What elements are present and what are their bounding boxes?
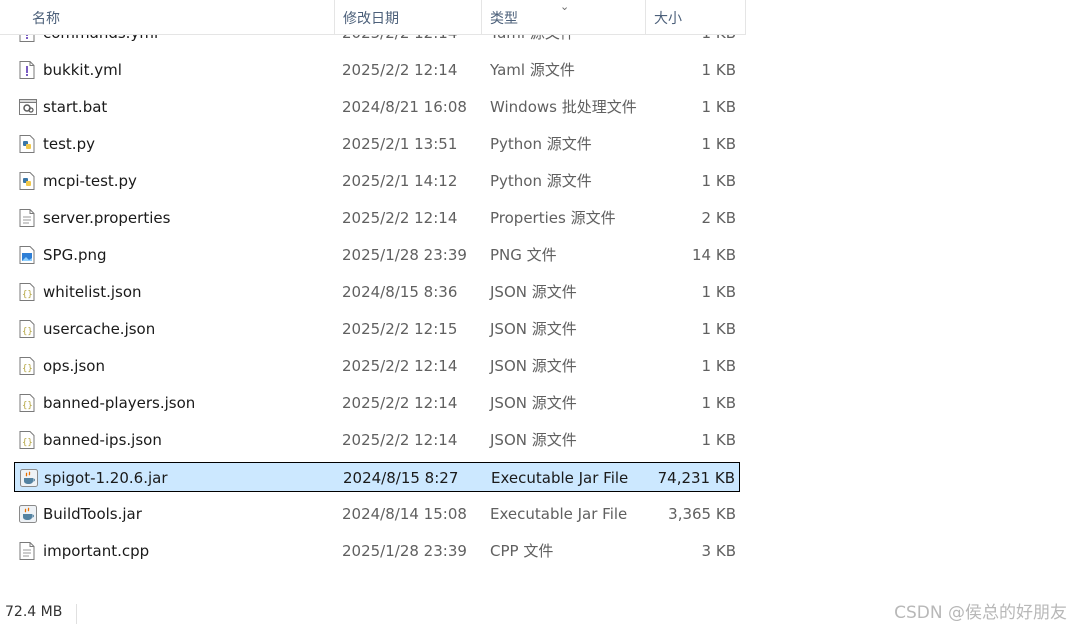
- file-row[interactable]: test.py 2025/2/1 13:51 Python 源文件 1 KB: [14, 129, 740, 159]
- file-type: JSON 源文件: [490, 394, 577, 412]
- python-file-icon: [19, 135, 35, 153]
- svg-text:{}: {}: [22, 290, 33, 300]
- file-date: 2025/1/28 23:39: [342, 542, 467, 560]
- file-date: 2024/8/14 15:08: [342, 505, 467, 523]
- column-header-date[interactable]: 修改日期: [335, 0, 482, 34]
- file-date: 2025/2/2 12:14: [342, 394, 458, 412]
- file-row[interactable]: {} usercache.json 2025/2/2 12:15 JSON 源文件 1 …: [14, 314, 740, 344]
- text-file-icon: [19, 542, 35, 560]
- file-name: mcpi-test.py: [43, 172, 137, 190]
- file-row[interactable]: {} banned-players.json 2025/2/2 12:14 JSON …: [14, 388, 740, 418]
- file-date: 2024/8/21 16:08: [342, 98, 467, 116]
- file-size: 3,365 KB: [668, 505, 736, 523]
- file-row[interactable]: bukkit.yml 2025/2/2 12:14 Yaml 源文件 1 KB: [14, 55, 740, 85]
- file-date: 2024/8/15 8:27: [343, 469, 459, 487]
- text-file-icon: [19, 209, 35, 227]
- file-size: 3 KB: [701, 542, 736, 560]
- file-name: usercache.json: [43, 320, 156, 338]
- file-row[interactable]: {} whitelist.json 2024/8/15 8:36 JSON 源文件 1 …: [14, 277, 740, 307]
- chevron-down-icon: ⌄: [560, 0, 570, 13]
- svg-text:{}: {}: [22, 364, 33, 374]
- watermark: CSDN @侯总的好朋友: [894, 603, 1067, 623]
- file-name: whitelist.json: [43, 283, 142, 301]
- column-header-name[interactable]: 名称: [0, 0, 335, 34]
- file-row[interactable]: important.cpp 2025/1/28 23:39 CPP 文件 3 KB: [14, 536, 740, 566]
- file-type: JSON 源文件: [490, 357, 577, 375]
- file-date: 2025/2/2 12:15: [342, 320, 458, 338]
- file-row[interactable]: BuildTools.jar 2024/8/14 15:08 Executable …: [14, 499, 740, 529]
- file-type: JSON 源文件: [490, 320, 577, 338]
- json-file-icon: {}: [19, 283, 35, 301]
- file-type: CPP 文件: [490, 542, 554, 560]
- file-date: 2025/2/1 14:12: [342, 172, 458, 190]
- json-file-icon: {}: [19, 394, 35, 412]
- file-size: 1 KB: [701, 61, 736, 79]
- status-selection-size: 72.4 MB: [5, 604, 63, 620]
- file-name: start.bat: [43, 98, 108, 116]
- file-explorer-window: 名称 修改日期 类型 大小 ⌄ help.yml2024/8/15 8:36Ya…: [0, 0, 1071, 626]
- file-row[interactable]: start.bat 2024/8/21 16:08 Windows 批处理文件 1 K…: [14, 92, 740, 122]
- file-size: 1 KB: [701, 357, 736, 375]
- file-size: 1 KB: [701, 431, 736, 449]
- yaml-file-icon: [19, 61, 35, 79]
- json-file-icon: {}: [19, 431, 35, 449]
- python-file-icon: [19, 172, 35, 190]
- java-jar-icon: [19, 505, 37, 523]
- file-date: 2025/1/28 23:39: [342, 246, 467, 264]
- file-date: 2025/2/2 12:14: [342, 431, 458, 449]
- file-type: Python 源文件: [490, 172, 592, 190]
- file-size: 1 KB: [701, 394, 736, 412]
- column-header: 名称 修改日期 类型 大小 ⌄: [0, 0, 746, 35]
- java-jar-icon: [20, 469, 38, 487]
- file-row[interactable]: SPG.png 2025/1/28 23:39 PNG 文件 14 KB: [14, 240, 740, 270]
- file-size: 1 KB: [701, 283, 736, 301]
- json-file-icon: {}: [19, 357, 35, 375]
- file-size: 1 KB: [701, 98, 736, 116]
- file-row[interactable]: server.properties 2025/2/2 12:14 Propertie…: [14, 203, 740, 233]
- svg-text:{}: {}: [22, 327, 33, 337]
- file-type: Executable Jar File: [490, 505, 628, 523]
- file-name: bukkit.yml: [43, 61, 122, 79]
- file-name: ops.json: [43, 357, 105, 375]
- file-name: server.properties: [43, 209, 171, 227]
- json-file-icon: {}: [19, 320, 35, 338]
- file-name: important.cpp: [43, 542, 150, 560]
- file-name: SPG.png: [43, 246, 107, 264]
- file-date: 2025/2/2 12:14: [342, 357, 458, 375]
- file-date: 2025/2/2 12:14: [342, 209, 458, 227]
- svg-text:{}: {}: [22, 401, 33, 411]
- file-row-selected[interactable]: spigot-1.20.6.jar 2024/8/15 8:27 Executabl…: [14, 462, 740, 492]
- file-size: 14 KB: [692, 246, 736, 264]
- file-row[interactable]: {} ops.json 2025/2/2 12:14 JSON 源文件 1 KB: [14, 351, 740, 381]
- file-date: 2025/2/2 12:14: [342, 61, 458, 79]
- file-size: 1 KB: [701, 320, 736, 338]
- image-file-icon: [19, 246, 35, 264]
- file-type: JSON 源文件: [490, 283, 577, 301]
- file-type: JSON 源文件: [490, 431, 577, 449]
- file-size: 1 KB: [701, 172, 736, 190]
- status-divider: [76, 604, 77, 624]
- file-size: 2 KB: [701, 209, 736, 227]
- file-type: Properties 源文件: [490, 209, 616, 227]
- file-type: Windows 批处理文件: [490, 98, 637, 116]
- file-name: BuildTools.jar: [43, 505, 142, 523]
- file-type: Python 源文件: [490, 135, 592, 153]
- file-date: 2025/2/1 13:51: [342, 135, 458, 153]
- file-row[interactable]: {} banned-ips.json 2025/2/2 12:14 JSON 源文件 1…: [14, 425, 740, 455]
- file-name: banned-ips.json: [43, 431, 162, 449]
- file-size: 1 KB: [701, 135, 736, 153]
- column-header-size[interactable]: 大小: [646, 0, 746, 34]
- file-name: banned-players.json: [43, 394, 196, 412]
- file-date: 2024/8/15 8:36: [342, 283, 458, 301]
- file-row[interactable]: mcpi-test.py 2025/2/1 14:12 Python 源文件 1 KB: [14, 166, 740, 196]
- batch-file-icon: [19, 98, 37, 116]
- file-type: PNG 文件: [490, 246, 557, 264]
- file-name: test.py: [43, 135, 95, 153]
- file-type: Executable Jar File: [491, 469, 629, 487]
- file-size: 74,231 KB: [657, 469, 735, 487]
- file-type: Yaml 源文件: [490, 61, 575, 79]
- svg-text:{}: {}: [22, 438, 33, 448]
- file-name: spigot-1.20.6.jar: [44, 469, 168, 487]
